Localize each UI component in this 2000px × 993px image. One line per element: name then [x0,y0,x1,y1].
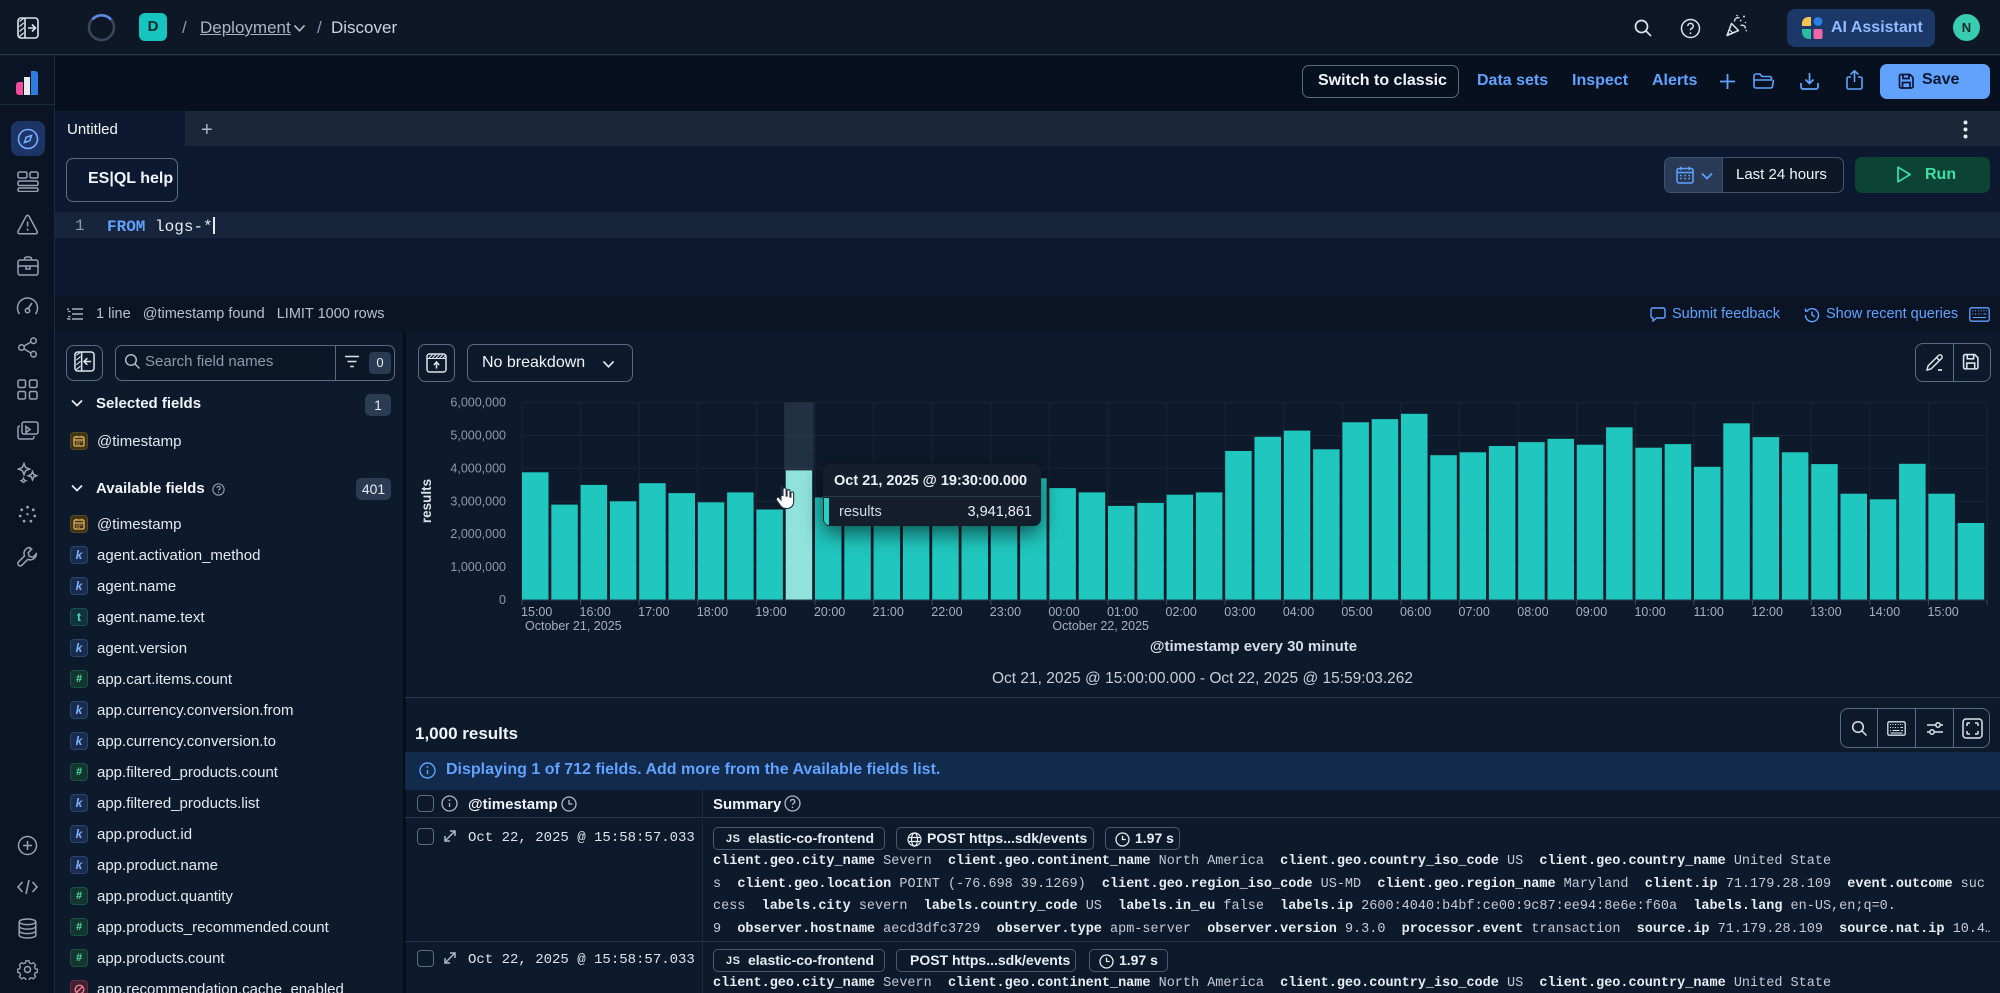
svg-text:10:00: 10:00 [1634,605,1665,619]
svg-text:09:00: 09:00 [1576,605,1607,619]
svg-text:results: results [419,479,434,523]
svg-text:12:00: 12:00 [1752,605,1783,619]
svg-text:0: 0 [499,593,506,607]
svg-text:08:00: 08:00 [1517,605,1548,619]
svg-text:15:00: 15:00 [521,605,552,619]
svg-text:17:00: 17:00 [638,605,669,619]
svg-text:14:00: 14:00 [1869,605,1900,619]
svg-text:October 22, 2025: October 22, 2025 [1052,619,1149,632]
svg-text:06:00: 06:00 [1400,605,1431,619]
svg-text:04:00: 04:00 [1283,605,1314,619]
svg-text:13:00: 13:00 [1810,605,1841,619]
svg-text:2,000,000: 2,000,000 [450,527,506,541]
svg-text:6,000,000: 6,000,000 [450,396,506,410]
svg-text:20:00: 20:00 [814,605,845,619]
svg-text:16:00: 16:00 [580,605,611,619]
svg-text:07:00: 07:00 [1459,605,1490,619]
svg-text:11:00: 11:00 [1694,605,1724,619]
svg-text:5,000,000: 5,000,000 [450,429,506,443]
svg-text:00:00: 00:00 [1048,605,1079,619]
svg-text:05:00: 05:00 [1341,605,1372,619]
svg-text:October 21, 2025: October 21, 2025 [525,619,622,632]
svg-text:21:00: 21:00 [873,605,904,619]
svg-text:22:00: 22:00 [931,605,962,619]
svg-text:23:00: 23:00 [990,605,1021,619]
svg-text:4,000,000: 4,000,000 [450,461,506,475]
svg-text:3,000,000: 3,000,000 [450,494,506,508]
svg-text:03:00: 03:00 [1224,605,1255,619]
svg-text:01:00: 01:00 [1107,605,1138,619]
svg-text:18:00: 18:00 [697,605,728,619]
svg-text:02:00: 02:00 [1166,605,1197,619]
svg-text:19:00: 19:00 [755,605,786,619]
svg-text:15:00: 15:00 [1927,605,1958,619]
svg-text:1,000,000: 1,000,000 [450,560,506,574]
